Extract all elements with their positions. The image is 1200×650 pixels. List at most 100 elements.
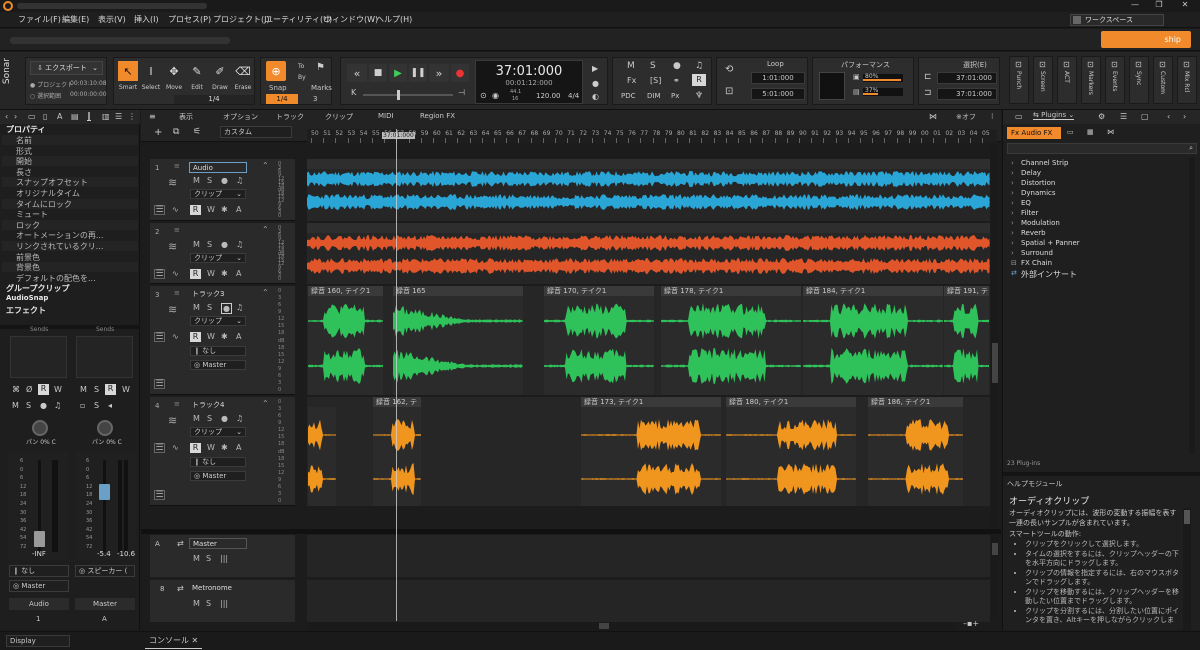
external-insert-icon[interactable]: ⇄: [1011, 269, 1017, 277]
clip-waveform-right[interactable]: [308, 346, 383, 386]
collapse-right-icon[interactable]: ›: [1183, 112, 1186, 121]
audio-fx-tab[interactable]: Fx Audio FX: [1007, 127, 1061, 139]
meter-value[interactable]: 4/4: [568, 92, 579, 100]
property-row[interactable]: ミュート: [2, 209, 138, 220]
bus-master-solo[interactable]: S: [206, 554, 211, 563]
track-fx-icon[interactable]: ☰: [154, 443, 165, 453]
left-strip-input-mon-icon[interactable]: ⌘: [12, 385, 20, 394]
menu-process[interactable]: プロセス(P): [168, 14, 211, 25]
help-scrollbar[interactable]: [1183, 508, 1191, 630]
monitor-icon[interactable]: ♫: [695, 61, 703, 71]
draw-tool-button[interactable]: ✐: [210, 61, 230, 81]
track-header[interactable]: 2 ≡ ⌃ ≋ M S ● ♫ クリップ ⌄ ☰ ∿ R W ✱ A: [150, 223, 295, 284]
property-row[interactable]: 長さ: [2, 166, 138, 177]
track-vscrollbar-thumb[interactable]: [992, 343, 998, 383]
automation-icon[interactable]: ∿: [172, 443, 179, 452]
automation-icon[interactable]: ∿: [172, 269, 179, 278]
track-regionfx-menu[interactable]: Region FX: [420, 112, 455, 120]
chevron-right-icon[interactable]: ›: [1011, 199, 1014, 207]
clip-name[interactable]: 録音 191, テ: [944, 286, 989, 296]
font-tab-icon[interactable]: A: [57, 112, 62, 121]
chevron-right-icon[interactable]: ›: [1011, 249, 1014, 257]
track-options-menu[interactable]: オプション: [223, 112, 258, 122]
collapse-track-icon[interactable]: ⌃: [262, 288, 269, 297]
clip-waveform-right[interactable]: [581, 459, 721, 499]
track-hscrollbar-thumb[interactable]: [599, 623, 609, 629]
menu-help[interactable]: ヘルプ(H): [376, 14, 412, 25]
menu-window[interactable]: ウィンドウ(W): [324, 14, 378, 25]
track-solo-button[interactable]: S: [207, 240, 212, 249]
property-row[interactable]: 形式: [2, 145, 138, 156]
clip-waveform-right[interactable]: [661, 346, 801, 386]
clip-waveform-right[interactable]: [803, 346, 943, 386]
zoom-control-icon[interactable]: –▪+: [963, 619, 979, 628]
record-button[interactable]: ●: [451, 64, 469, 82]
midi-fx-icon[interactable]: ▭: [1067, 128, 1074, 136]
track-write-button[interactable]: W: [207, 269, 215, 278]
plugin-category-item[interactable]: Surround: [1021, 249, 1053, 257]
media-tab-icon[interactable]: ▭: [1015, 112, 1023, 121]
track-name-field[interactable]: Audio: [189, 162, 247, 173]
collapse-left-icon[interactable]: ‹: [5, 112, 8, 121]
automation-icon[interactable]: ∿: [172, 332, 179, 341]
track-mute-button[interactable]: M: [193, 414, 200, 423]
track-output-select[interactable]: ◎ Master: [190, 360, 246, 370]
property-row[interactable]: オートメーションの再...: [2, 230, 138, 241]
rtz-icon[interactable]: K: [351, 88, 356, 97]
right-strip-name[interactable]: Master: [75, 598, 135, 610]
playhead-line[interactable]: [396, 129, 397, 621]
left-strip-solo[interactable]: S: [26, 401, 31, 410]
input-echo-icon[interactable]: ♫: [236, 240, 243, 249]
effects-section[interactable]: エフェクト: [2, 305, 46, 316]
property-row[interactable]: 名前: [2, 135, 138, 145]
plugin-category-item[interactable]: Spatial + Panner: [1021, 239, 1080, 247]
automation-icon[interactable]: ∿: [172, 205, 179, 214]
engine-toggle[interactable]: [819, 72, 845, 100]
track-fx-icon[interactable]: ☰: [154, 332, 165, 342]
property-row[interactable]: オリジナルタイム: [2, 188, 138, 198]
module-tab-screen[interactable]: ⊡ Screen: [1033, 56, 1053, 104]
right-strip-mute[interactable]: M: [80, 385, 87, 394]
chevron-right-icon[interactable]: ›: [1011, 159, 1014, 167]
input-echo-icon[interactable]: ♫: [236, 303, 243, 312]
right-fader-cap[interactable]: [99, 484, 110, 500]
add-track-icon[interactable]: +: [154, 127, 162, 138]
bus-tab-icon[interactable]: ▥: [102, 112, 110, 121]
selection-start[interactable]: 37:01:000: [937, 72, 997, 84]
time-display[interactable]: 37:01:000 00:01:12:000 ⊙ ◉ 44.1 16 120.0…: [475, 60, 583, 104]
module-tab-sync[interactable]: ⊡ Sync: [1129, 56, 1149, 104]
module-tab-events[interactable]: ⊡ Events: [1105, 56, 1125, 104]
plugin-category-item[interactable]: Modulation: [1021, 219, 1060, 227]
chevron-right-icon[interactable]: ›: [1011, 179, 1014, 187]
clip-waveform-left[interactable]: [944, 301, 989, 341]
menu-insert[interactable]: 挿入(I): [134, 14, 159, 25]
close-icon[interactable]: ✕: [192, 636, 199, 645]
track-solo-button[interactable]: S: [207, 176, 212, 185]
track-read-button[interactable]: R: [190, 205, 201, 215]
close-button[interactable]: ✕: [1176, 0, 1194, 12]
plugin-search-input[interactable]: ⌕: [1007, 143, 1197, 154]
clip-mode-select[interactable]: クリップ ⌄: [190, 253, 246, 263]
snap-to-label[interactable]: To: [298, 63, 304, 70]
track-name-field[interactable]: トラック3: [189, 289, 247, 300]
menu-tab-icon[interactable]: ⋮: [128, 112, 136, 121]
clip-waveform-left[interactable]: [803, 301, 943, 341]
right-strip-write[interactable]: W: [122, 385, 130, 394]
track-header[interactable]: 3 ≡ トラック3 ⌃ ≋ M S ● ♫ クリップ ⌄ ☰ ∿ R W ✱ A ❙ なし ◎ Master ☰: [150, 286, 295, 395]
pause-button[interactable]: ❚❚: [409, 64, 427, 82]
link-icon[interactable]: ⚭: [673, 76, 680, 85]
clip-name[interactable]: 録音 180, テイク1: [726, 397, 856, 407]
bus-metronome-solo[interactable]: S: [206, 599, 211, 608]
export-button[interactable]: ⇩ エクスポート ⌄: [30, 61, 103, 75]
count-in-icon[interactable]: ◉: [492, 91, 499, 100]
minimize-button[interactable]: —: [1126, 0, 1144, 12]
px-button[interactable]: Px: [671, 92, 679, 100]
collapse-track-icon[interactable]: ⌃: [262, 399, 269, 408]
menu-view[interactable]: 表示(V): [98, 14, 126, 25]
property-row[interactable]: 前景色: [2, 251, 138, 262]
list-tab-icon[interactable]: ☰: [115, 112, 122, 121]
bus-master-meter-icon[interactable]: |||: [220, 554, 228, 563]
export-range-radio[interactable]: ○ 選択範囲: [30, 91, 61, 100]
property-row[interactable]: スナップオフセット: [2, 177, 138, 188]
clip-waveform-right[interactable]: [373, 459, 421, 499]
